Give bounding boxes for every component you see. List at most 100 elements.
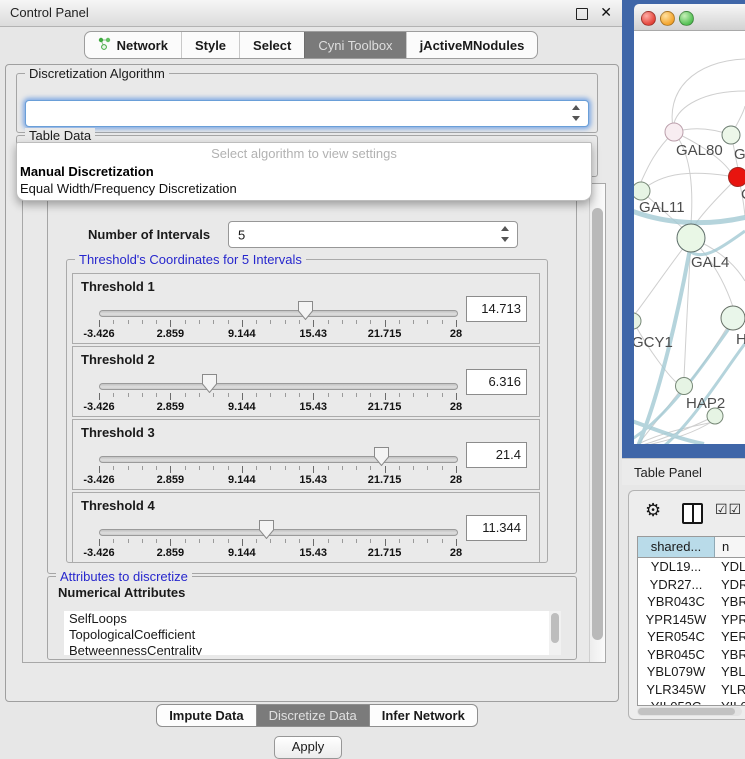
float-window-icon[interactable] (576, 8, 588, 20)
cell-shared-name[interactable]: YDR27... (638, 576, 714, 594)
scrollbar-thumb[interactable] (592, 208, 603, 640)
network-view-window[interactable]: GAL80GAGAL11CGAL4GCY1HHAP2 (622, 0, 745, 458)
cell-name[interactable]: YLR3 (714, 681, 745, 699)
threshold-value-field[interactable]: 11.344 (466, 515, 527, 541)
combo-up-arrow-icon (572, 105, 580, 110)
slider-thumb[interactable] (374, 447, 389, 466)
cell-name[interactable]: YDR2 (714, 576, 745, 594)
tab-jactivemnodules[interactable]: jActiveMNodules (406, 32, 538, 58)
cell-shared-name[interactable]: YER054C (638, 628, 714, 646)
network-node[interactable] (722, 126, 740, 144)
attribute-list-item[interactable]: BetweennessCentrality (64, 643, 561, 655)
cell-shared-name[interactable]: YBR043C (638, 593, 714, 611)
network-node[interactable] (677, 224, 705, 252)
table-row[interactable]: YER054CYER0 (638, 628, 745, 646)
tick-mark (113, 393, 114, 397)
scrollbar-thumb[interactable] (638, 708, 735, 715)
cell-name[interactable]: YDL1 (714, 558, 745, 576)
tick-mark (456, 466, 457, 473)
tab-network[interactable]: Network (85, 32, 181, 58)
tick-mark (170, 320, 171, 327)
table-row[interactable]: YLR345WYLR3 (638, 681, 745, 699)
cell-name[interactable]: YBR0 (714, 593, 745, 611)
network-node[interactable] (665, 123, 683, 141)
cell-shared-name[interactable]: YLR345W (638, 681, 714, 699)
slider-track[interactable] (99, 529, 458, 536)
select-columns-checkboxes-icon[interactable]: ☑☑ (715, 501, 742, 518)
table-row[interactable]: YDL19...YDL1 (638, 558, 745, 576)
table-row[interactable]: YPR145WYPR1 (638, 611, 745, 629)
cell-name[interactable]: YPR1 (714, 611, 745, 629)
tab-discretize-data[interactable]: Discretize Data (257, 704, 370, 727)
tick-mark (156, 393, 157, 397)
network-node[interactable] (634, 182, 650, 200)
number-of-intervals-spinner[interactable]: 5 (228, 221, 518, 248)
algorithm-combobox[interactable] (25, 100, 589, 127)
cell-shared-name[interactable]: YPR145W (638, 611, 714, 629)
column-header-name[interactable]: n (715, 537, 745, 557)
tick-mark (299, 393, 300, 397)
gear-icon[interactable]: ⚙ (645, 500, 661, 521)
cell-name[interactable]: YBR0 (714, 646, 745, 664)
cell-name[interactable]: YBL0 (714, 663, 745, 681)
slider-track[interactable] (99, 456, 458, 463)
threshold-value-field[interactable]: 21.4 (466, 442, 527, 468)
attribute-list-item[interactable]: SelfLoops (64, 611, 561, 627)
scrollbar-thumb[interactable] (551, 613, 559, 643)
slider-thumb[interactable] (202, 374, 217, 393)
network-node[interactable] (721, 306, 745, 330)
node-attribute-table[interactable]: shared... n YDL19...YDL1YDR27...YDR2YBR0… (637, 536, 745, 706)
table-row[interactable]: YBL079WYBL0 (638, 663, 745, 681)
dropdown-option-manual[interactable]: Manual Discretization (20, 164, 154, 179)
tick-mark (299, 539, 300, 543)
attributes-scrollbar[interactable] (549, 611, 561, 655)
tick-mark (299, 466, 300, 470)
horizontal-scrollbar[interactable] (637, 707, 742, 716)
threshold-value-field[interactable]: 14.713 (466, 296, 527, 322)
attribute-list-item[interactable]: TopologicalCoefficient (64, 627, 561, 643)
minimize-traffic-light-icon[interactable] (660, 11, 675, 26)
tick-mark (456, 393, 457, 400)
tab-cyni-toolbox[interactable]: Cyni Toolbox (304, 32, 405, 58)
tab-select[interactable]: Select (239, 32, 304, 58)
apply-button[interactable]: Apply (274, 736, 342, 759)
threshold-value-field[interactable]: 6.316 (466, 369, 527, 395)
vertical-scrollbar[interactable] (589, 184, 605, 662)
network-node[interactable] (676, 378, 693, 395)
table-row[interactable]: YDR27...YDR2 (638, 576, 745, 594)
network-canvas[interactable]: GAL80GAGAL11CGAL4GCY1HHAP2 (634, 31, 745, 444)
tab-impute-data[interactable]: Impute Data (156, 704, 256, 727)
slider-thumb[interactable] (298, 301, 313, 320)
network-node[interactable] (634, 313, 641, 329)
table-row[interactable]: YBR043CYBR0 (638, 593, 745, 611)
table-row[interactable]: YBR045CYBR0 (638, 646, 745, 664)
cell-name[interactable]: YIL0 (714, 698, 745, 706)
cell-shared-name[interactable]: YIL052C (638, 698, 714, 706)
slider-track[interactable] (99, 310, 458, 317)
cell-name[interactable]: YER0 (714, 628, 745, 646)
columns-icon[interactable] (682, 503, 703, 524)
tab-style[interactable]: Style (181, 32, 239, 58)
close-traffic-light-icon[interactable] (641, 11, 656, 26)
close-icon[interactable]: ✕ (600, 4, 612, 21)
cell-shared-name[interactable]: YDL19... (638, 558, 714, 576)
table-row[interactable]: YIL052CYIL0 (638, 698, 745, 706)
spinner-down-arrow-icon (501, 237, 509, 242)
cell-shared-name[interactable]: YBL079W (638, 663, 714, 681)
cell-shared-name[interactable]: YBR045C (638, 646, 714, 664)
tick-label: -3.426 (74, 547, 124, 559)
slider-thumb[interactable] (259, 520, 274, 539)
column-header-shared[interactable]: shared... (638, 537, 715, 557)
slider-track[interactable] (99, 383, 458, 390)
numerical-attributes-list[interactable]: SelfLoopsTopologicalCoefficientBetweenne… (64, 611, 561, 655)
dropdown-option-equal-width[interactable]: Equal Width/Frequency Discretization (20, 181, 237, 196)
tick-mark (199, 393, 200, 397)
tick-label: 2.859 (145, 328, 195, 340)
tab-infer-network[interactable]: Infer Network (370, 704, 478, 727)
network-node[interactable] (729, 168, 745, 187)
threshold-list: Threshold 1-3.4262.8599.14415.4321.71528… (72, 273, 540, 565)
network-window-titlebar[interactable] (634, 4, 745, 31)
threshold-label: Threshold 4 (81, 498, 155, 513)
tick-mark (285, 320, 286, 324)
zoom-traffic-light-icon[interactable] (679, 11, 694, 26)
